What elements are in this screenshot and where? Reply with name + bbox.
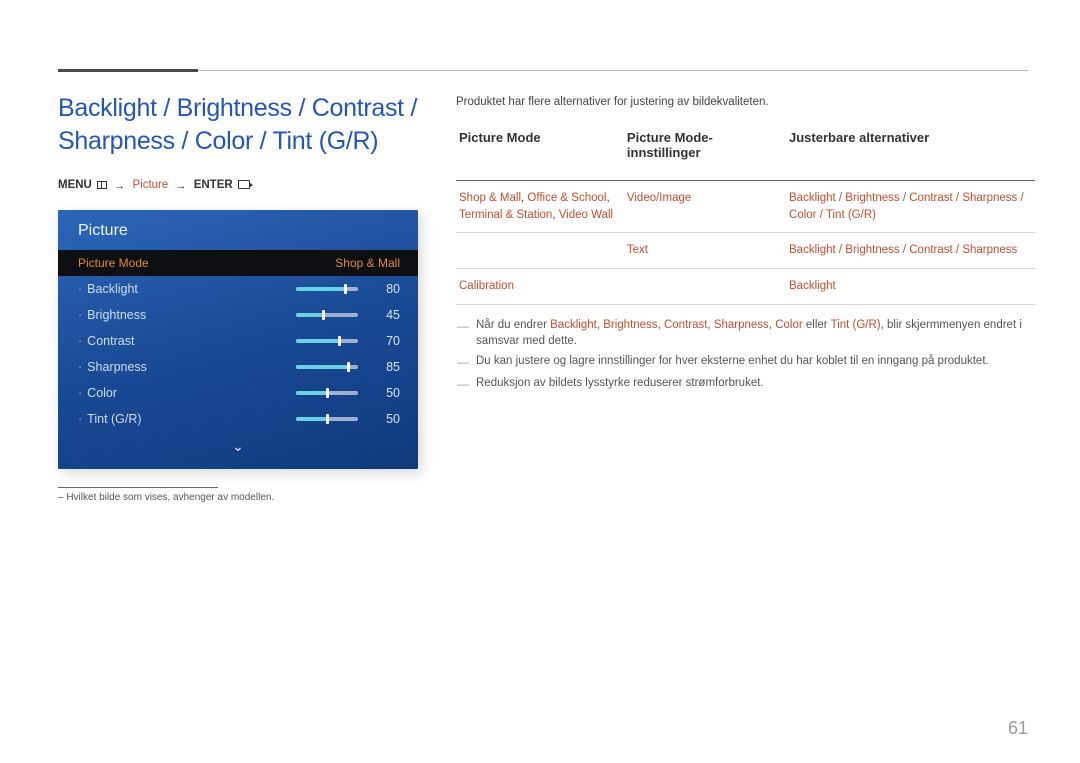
osd-selected-row[interactable]: Picture Mode Shop & Mall	[58, 250, 418, 276]
enter-icon	[238, 180, 250, 189]
osd-row[interactable]: · Brightness 45	[58, 302, 418, 328]
slider[interactable]	[296, 417, 358, 421]
table-header: Picture Mode	[456, 124, 624, 181]
table-header: Picture Mode-innstillinger	[624, 124, 786, 181]
table-row: Calibration Backlight	[456, 269, 1035, 305]
table-cell	[624, 269, 786, 305]
osd-row-value: 70	[374, 334, 400, 348]
bullet-icon: ·	[78, 282, 82, 296]
osd-row-value: 45	[374, 308, 400, 322]
slider[interactable]	[296, 339, 358, 343]
table-cell: Text	[624, 233, 786, 269]
table-cell: Video/Image	[624, 181, 786, 233]
osd-selected-value: Shop & Mall	[335, 256, 400, 270]
section-divider-accent	[58, 69, 198, 72]
chevron-down-icon[interactable]: ⌄	[58, 438, 418, 455]
osd-row-label: Tint (G/R)	[87, 412, 296, 426]
slider[interactable]	[296, 313, 358, 317]
footnote: – Hvilket bilde som vises, avhenger av m…	[58, 492, 418, 503]
osd-title: Picture	[58, 222, 418, 250]
osd-row[interactable]: · Tint (G/R) 50	[58, 406, 418, 432]
dash-icon: ―	[456, 318, 470, 349]
arrow-right-icon: →	[114, 180, 125, 192]
slider[interactable]	[296, 287, 358, 291]
osd-row-label: Brightness	[87, 308, 296, 322]
bullet-icon: ·	[78, 412, 82, 426]
bullet-icon: ·	[78, 386, 82, 400]
osd-row-value: 80	[374, 282, 400, 296]
arrow-right-icon: →	[175, 180, 186, 192]
note: ― Reduksjon av bildets lysstyrke reduser…	[456, 375, 1035, 393]
notes-block: ― Når du endrer Backlight, Brightness, C…	[456, 317, 1035, 393]
osd-row[interactable]: · Backlight 80	[58, 276, 418, 302]
menu-enter: ENTER	[194, 179, 233, 191]
dash-icon: ―	[456, 354, 470, 371]
osd-row-label: Contrast	[87, 334, 296, 348]
menu-path: MENU → Picture → ENTER	[58, 179, 418, 192]
page-number: 61	[1008, 718, 1028, 739]
page-title: Backlight / Brightness / Contrast / Shar…	[58, 92, 418, 157]
table-cell: Shop & Mall, Office & School, Terminal &…	[456, 181, 624, 233]
osd-row-value: 50	[374, 386, 400, 400]
table-cell: Backlight / Brightness / Contrast / Shar…	[786, 233, 1035, 269]
osd-row[interactable]: · Color 50	[58, 380, 418, 406]
note-text: Når du endrer Backlight, Brightness, Con…	[476, 317, 1035, 349]
table-cell: Calibration	[456, 269, 624, 305]
note: ― Du kan justere og lagre innstillinger …	[456, 353, 1035, 371]
options-table: Picture Mode Picture Mode-innstillinger …	[456, 124, 1035, 305]
note-text: Reduksjon av bildets lysstyrke reduserer…	[476, 375, 764, 393]
dash-icon: ―	[456, 376, 470, 393]
note: ― Når du endrer Backlight, Brightness, C…	[456, 317, 1035, 349]
note-text: Du kan justere og lagre innstillinger fo…	[476, 353, 989, 371]
bullet-icon: ·	[78, 334, 82, 348]
table-cell: Backlight / Brightness / Contrast / Shar…	[786, 181, 1035, 233]
table-cell: Backlight	[786, 269, 1035, 305]
table-cell	[456, 233, 624, 269]
osd-row-label: Backlight	[87, 282, 296, 296]
intro-text: Produktet har flere alternativer for jus…	[456, 96, 1035, 108]
footnote-divider	[58, 487, 218, 488]
menu-icon	[97, 181, 107, 189]
bullet-icon: ·	[78, 360, 82, 374]
bullet-icon: ·	[78, 308, 82, 322]
menu-label: MENU	[58, 179, 92, 191]
menu-picture: Picture	[132, 179, 168, 191]
osd-row[interactable]: · Sharpness 85	[58, 354, 418, 380]
osd-row[interactable]: · Contrast 70	[58, 328, 418, 354]
table-row: TextBacklight / Brightness / Contrast / …	[456, 233, 1035, 269]
osd-panel: Picture Picture Mode Shop & Mall · Backli…	[58, 210, 418, 469]
section-divider	[58, 70, 1028, 71]
osd-row-value: 85	[374, 360, 400, 374]
slider[interactable]	[296, 365, 358, 369]
osd-row-label: Color	[87, 386, 296, 400]
slider[interactable]	[296, 391, 358, 395]
osd-selected-label: Picture Mode	[78, 256, 149, 270]
osd-row-value: 50	[374, 412, 400, 426]
table-row: Shop & Mall, Office & School, Terminal &…	[456, 181, 1035, 233]
osd-row-label: Sharpness	[87, 360, 296, 374]
table-header: Justerbare alternativer	[786, 124, 1035, 181]
